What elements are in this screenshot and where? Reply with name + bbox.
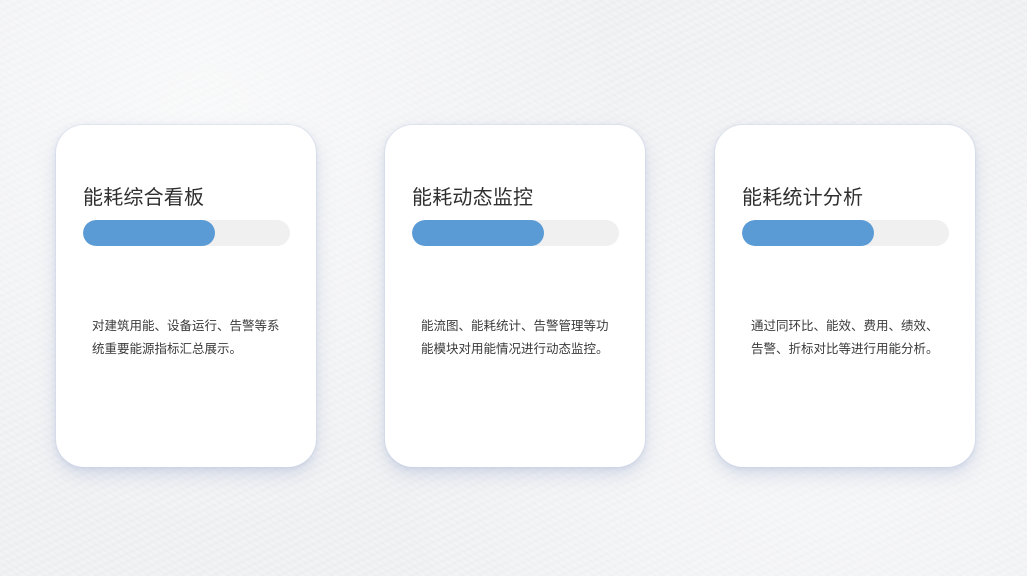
feature-card-monitoring: 能耗动态监控 能流图、能耗统计、告警管理等功能模块对用能情况进行动态监控。 [385,125,645,467]
card-description: 能流图、能耗统计、告警管理等功能模块对用能情况进行动态监控。 [421,318,609,356]
card-description: 对建筑用能、设备运行、告警等系统重要能源指标汇总展示。 [92,318,280,356]
progress-fill [742,220,875,246]
card-description: 通过同环比、能效、费用、绩效、告警、折标对比等进行用能分析。 [751,318,939,356]
card-title: 能耗综合看板 [83,185,205,209]
feature-card-analysis: 能耗统计分析 通过同环比、能效、费用、绩效、告警、折标对比等进行用能分析。 [715,125,975,467]
progress-fill [83,220,216,246]
card-title: 能耗动态监控 [412,185,534,209]
card-title: 能耗统计分析 [742,185,864,209]
progress-bar [412,220,619,246]
progress-fill [412,220,545,246]
progress-bar [83,220,290,246]
feature-card-dashboard: 能耗综合看板 对建筑用能、设备运行、告警等系统重要能源指标汇总展示。 [56,125,316,467]
progress-bar [742,220,949,246]
